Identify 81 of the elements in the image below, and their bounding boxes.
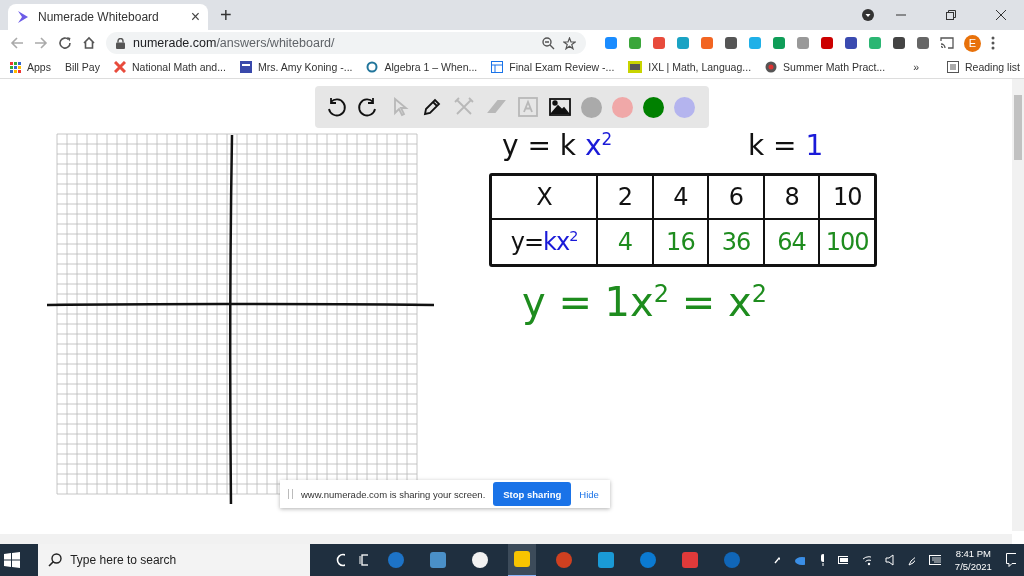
hide-link[interactable]: Hide	[579, 488, 599, 500]
star-icon[interactable]	[563, 36, 576, 50]
color-swatch[interactable]	[643, 96, 664, 118]
redo-tool-icon[interactable]	[357, 96, 379, 118]
apps-grid-icon	[10, 61, 21, 73]
menu-icon[interactable]	[991, 36, 995, 50]
table-cell: 16	[651, 220, 708, 264]
bookmark-link[interactable]: IXL | Math, Languag...	[628, 61, 752, 73]
pen-icon[interactable]	[907, 554, 916, 566]
taskbar-search-field[interactable]: Type here to search	[38, 544, 311, 576]
handwritten-constant: k = 1	[748, 129, 824, 162]
drag-handle[interactable]	[288, 489, 293, 499]
extension-icon[interactable]	[820, 36, 834, 50]
search-icon	[48, 553, 63, 567]
table-cell: 4	[596, 220, 652, 264]
horizontal-scrollbar[interactable]	[0, 534, 1012, 544]
color-swatch[interactable]	[674, 96, 695, 118]
list-icon	[947, 61, 959, 73]
extension-icon[interactable]	[892, 36, 906, 50]
zoom-icon[interactable]	[542, 36, 555, 50]
browser-tab[interactable]: Numerade Whiteboard ×	[8, 4, 208, 30]
taskbar-app-icon[interactable]	[508, 543, 537, 576]
bookmark-favicon	[491, 61, 504, 73]
table-cell: 6	[707, 176, 763, 220]
table-cell: X	[492, 176, 596, 220]
vertical-scrollbar[interactable]	[1012, 79, 1024, 531]
restore-icon[interactable]	[946, 10, 956, 20]
task-view-icon[interactable]	[359, 553, 369, 567]
speaker-icon[interactable]	[884, 554, 894, 566]
profile-dropdown-icon[interactable]	[862, 9, 874, 21]
clock-time[interactable]: 8:41 PM	[955, 547, 992, 560]
table-cell: 100	[818, 220, 874, 264]
microphone-icon[interactable]	[818, 553, 824, 567]
stop-sharing-button[interactable]: Stop sharing	[493, 482, 572, 506]
reading-list-button[interactable]: Reading list	[947, 61, 1020, 73]
battery-icon[interactable]	[837, 555, 848, 565]
lock-icon	[116, 37, 125, 49]
keyboard-icon[interactable]	[929, 555, 941, 565]
logo-icon	[16, 10, 30, 24]
bookmarks-overflow-button[interactable]: »	[913, 61, 919, 73]
table-cell: 4	[651, 176, 708, 220]
table-cell: 10	[818, 176, 874, 220]
undo-tool-icon[interactable]	[325, 96, 347, 118]
address-field[interactable]: numerade.com/answers/whiteboard/	[106, 32, 586, 54]
reload-icon[interactable]	[58, 36, 72, 50]
bookmark-favicon	[366, 61, 379, 73]
close-icon[interactable]	[996, 10, 1006, 20]
extension-icon[interactable]	[724, 36, 738, 50]
extension-icon[interactable]	[844, 36, 858, 50]
pen-tool-icon[interactable]	[421, 96, 443, 118]
new-tab-button[interactable]: +	[212, 3, 240, 27]
clock-date[interactable]: 7/5/2021	[954, 560, 992, 573]
bookmark-favicon	[765, 61, 778, 73]
handwritten-formula: y = k x$^{2}$	[502, 129, 613, 163]
color-swatch[interactable]	[612, 96, 633, 118]
bookmark-link[interactable]: Mrs. Amy Koning -...	[239, 61, 353, 73]
bookmark-link[interactable]: Final Exam Review -...	[491, 61, 615, 73]
home-icon[interactable]	[82, 36, 96, 50]
bookmark-link[interactable]: National Math and...	[113, 61, 226, 73]
bookmark-favicon	[113, 61, 126, 73]
cloud-icon[interactable]	[794, 555, 805, 565]
cast-icon[interactable]	[940, 37, 954, 49]
table-cell-text: y=kx$^{2}$	[509, 227, 579, 258]
wifi-icon[interactable]	[861, 554, 871, 566]
table-cell: 64	[762, 220, 819, 264]
color-swatch[interactable]	[581, 96, 602, 118]
bookmark-favicon	[239, 61, 252, 73]
image-tool-icon[interactable]	[549, 96, 571, 118]
table-cell: 8	[762, 176, 819, 220]
notifications-icon[interactable]	[1005, 553, 1016, 567]
handwritten-equation: y = 1x$^{2}$ = x$^{2}$	[522, 279, 767, 325]
extension-icon[interactable]	[916, 36, 930, 50]
bookmark-link[interactable]: Summer Math Pract...	[765, 61, 886, 73]
bookmark-favicon	[628, 61, 643, 73]
table-cell: 36	[707, 220, 763, 264]
share-message: www.numerade.com is sharing your screen.	[301, 488, 486, 500]
bookmark-link[interactable]: Bill Pay	[64, 61, 100, 73]
bookmark-link[interactable]: Apps	[10, 61, 51, 73]
table-cell: 2	[596, 176, 652, 220]
bookmark-link[interactable]: Algebra 1 – When...	[366, 61, 478, 73]
close-tab-button[interactable]: ×	[190, 8, 200, 26]
